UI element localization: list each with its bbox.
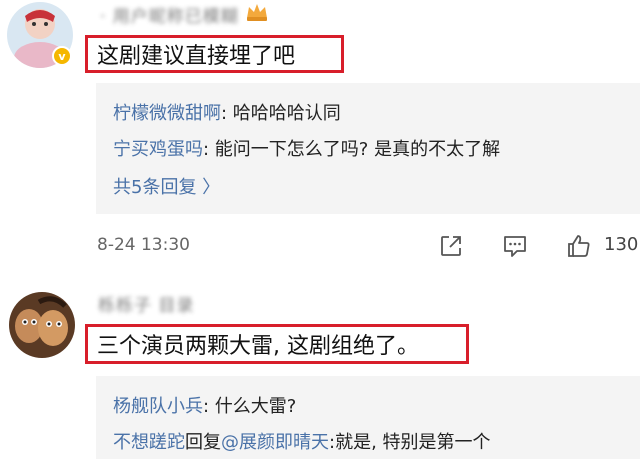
reply-item[interactable]: 柠檬微微甜啊: 哈哈哈哈认同 xyxy=(113,99,341,125)
reply-mention[interactable]: @展颜即晴天 xyxy=(221,432,329,453)
reply-separator: : xyxy=(203,396,215,417)
reply-item[interactable]: 杨舰队小兵: 什么大雷? xyxy=(113,392,296,418)
username[interactable]: 栎栎子 目录 xyxy=(98,291,194,316)
reply-author[interactable]: 柠檬微微甜啊 xyxy=(113,103,221,124)
reply-author[interactable]: 不想蹉跎 xyxy=(113,432,185,453)
share-icon[interactable] xyxy=(438,233,464,259)
comment-text: 三个演员两颗大雷, 这剧组绝了。 xyxy=(85,324,469,364)
thumbs-up-icon[interactable] xyxy=(566,233,592,259)
reply-panel[interactable]: 杨舰队小兵: 什么大雷? 不想蹉跎回复@展颜即晴天:就是, 特别是第一个 xyxy=(96,376,640,459)
reply-author[interactable]: 宁买鸡蛋吗 xyxy=(113,139,203,160)
reply-item[interactable]: 不想蹉跎回复@展颜即晴天:就是, 特别是第一个 xyxy=(113,428,491,454)
comment-text: 这剧建议直接埋了吧 xyxy=(85,35,344,73)
reply-item[interactable]: 宁买鸡蛋吗: 能问一下怎么了吗? 是真的不太了解 xyxy=(113,135,500,161)
username[interactable]: · 用户昵称已模糊 xyxy=(100,2,239,27)
timestamp: 8-24 13:30 xyxy=(97,235,190,255)
reply-panel[interactable]: 柠檬微微甜啊: 哈哈哈哈认同 宁买鸡蛋吗: 能问一下怎么了吗? 是真的不太了解 … xyxy=(96,83,640,214)
more-replies-link[interactable]: 共5条回复 〉 xyxy=(113,173,220,199)
reply-text: 什么大雷? xyxy=(214,396,297,417)
comment-icon[interactable] xyxy=(502,233,528,259)
comment-text-label: 三个演员两颗大雷, 这剧组绝了。 xyxy=(97,334,419,359)
comment-text-label: 这剧建议直接埋了吧 xyxy=(97,44,296,69)
reply-separator: : xyxy=(203,139,215,160)
avatar-image xyxy=(9,292,75,358)
reply-text: 哈哈哈哈认同 xyxy=(232,103,341,124)
crown-icon xyxy=(247,4,267,21)
reply-separator: : xyxy=(221,103,233,124)
verified-badge-icon: v xyxy=(52,46,72,66)
reply-author[interactable]: 杨舰队小兵 xyxy=(113,396,203,417)
reply-word: 回复 xyxy=(185,432,221,453)
reply-text: 就是, 特别是第一个 xyxy=(335,432,491,453)
reply-text: 能问一下怎么了吗? 是真的不太了解 xyxy=(214,139,501,160)
like-count: 130 xyxy=(604,234,639,255)
avatar[interactable] xyxy=(9,292,75,358)
